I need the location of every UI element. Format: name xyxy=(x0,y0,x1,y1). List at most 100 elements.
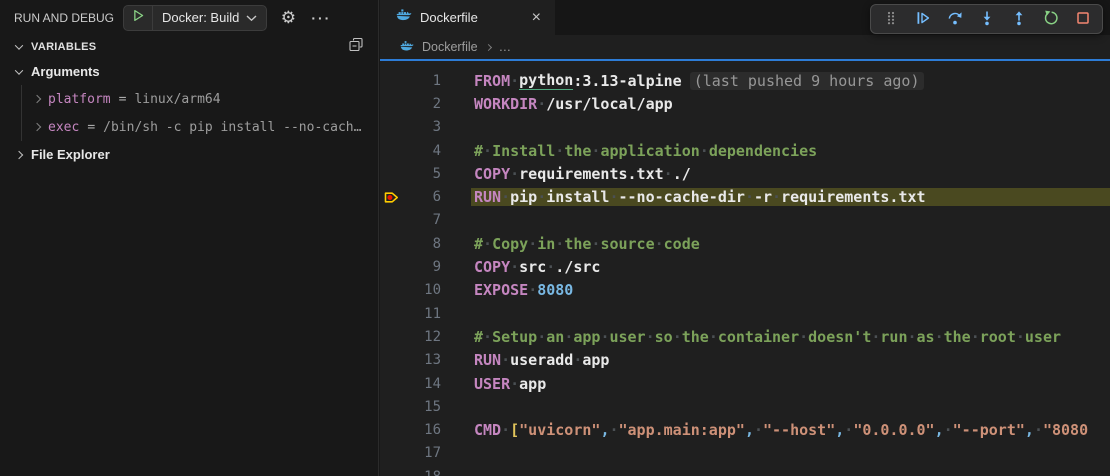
variable-value: /bin/sh -c pip install --no-cach… xyxy=(103,120,361,135)
variable-row-platform[interactable]: platform = linux/arm64 xyxy=(22,85,378,113)
code-text: #·Setup·an·app·user·so·the·container·doe… xyxy=(471,328,1110,346)
line-number[interactable]: 18 xyxy=(405,469,441,476)
line-number[interactable]: 16 xyxy=(405,422,441,438)
code-line[interactable]: 16CMD·["uvicorn",·"app.main:app",·"--hos… xyxy=(380,418,1110,441)
equals-sign: = xyxy=(87,120,95,135)
close-tab-button[interactable]: × xyxy=(528,9,545,27)
line-number[interactable]: 8 xyxy=(405,236,441,252)
line-number[interactable]: 5 xyxy=(405,166,441,182)
code-line[interactable]: 3 xyxy=(380,116,1110,139)
stop-button[interactable] xyxy=(1067,6,1098,32)
launch-config-dropdown[interactable]: Docker: Build xyxy=(123,5,267,31)
code-line[interactable]: 17 xyxy=(380,442,1110,465)
variable-name: exec xyxy=(48,120,79,135)
code-line[interactable]: 2WORKDIR·/usr/local/app xyxy=(380,92,1110,115)
code-line[interactable]: 1 FROM·python:3.13-alpine(last pushed 9 h… xyxy=(380,69,1110,92)
chevron-right-icon xyxy=(33,95,41,103)
line-number[interactable]: 6 xyxy=(405,189,441,205)
code-token-val: · xyxy=(510,72,519,90)
line-number[interactable]: 15 xyxy=(405,399,441,415)
line-number[interactable]: 3 xyxy=(405,119,441,135)
line-number[interactable]: 10 xyxy=(405,282,441,298)
code-token-kw: RUN xyxy=(474,188,501,206)
variable-value: linux/arm64 xyxy=(134,92,220,107)
code-token-brk: [ xyxy=(510,421,519,439)
line-number[interactable]: 2 xyxy=(405,96,441,112)
line-number[interactable]: 4 xyxy=(405,143,441,159)
code-token-str: "app.main:app" xyxy=(619,421,745,439)
variables-scope-file-explorer[interactable]: File Explorer xyxy=(0,141,378,168)
code-line[interactable]: 18 xyxy=(380,465,1110,476)
code-line[interactable]: 5COPY·requirements.txt·./ xyxy=(380,162,1110,185)
sidebar-header: RUN AND DEBUG Docker: Build ⚙ ··· xyxy=(0,0,378,35)
sidebar-title: RUN AND DEBUG xyxy=(14,11,114,25)
code-token-kw: COPY xyxy=(474,165,510,183)
code-line-current[interactable]: 6 RUN·pip·install·--no-cache-dir·-r·requi… xyxy=(380,185,1110,208)
variables-title: VARIABLES xyxy=(31,41,96,53)
collapse-all-button[interactable] xyxy=(348,37,364,56)
code-line[interactable]: 8#·Copy·in·the·source·code xyxy=(380,232,1110,255)
variable-row-exec[interactable]: exec = /bin/sh -c pip install --no-cach… xyxy=(22,113,378,141)
run-and-debug-sidebar: RUN AND DEBUG Docker: Build ⚙ ··· VARIAB… xyxy=(0,0,379,476)
code-line[interactable]: 4 #·Install·the·application·dependencies xyxy=(380,139,1110,162)
code-lines: 1 FROM·python:3.13-alpine(last pushed 9 h… xyxy=(380,69,1110,476)
code-line[interactable]: 15 xyxy=(380,395,1110,418)
gear-icon: ⚙ xyxy=(281,8,296,28)
code-text: FROM·python:3.13-alpine(last pushed 9 ho… xyxy=(471,71,1110,90)
debug-breakpoint-arrow-icon[interactable] xyxy=(383,189,405,206)
code-line[interactable]: 14USER·app xyxy=(380,372,1110,395)
code-token-val: :3.13-alpine xyxy=(573,72,681,90)
scope-label: Arguments xyxy=(31,64,100,79)
tab-dockerfile[interactable]: Dockerfile × xyxy=(380,0,556,35)
code-line[interactable]: 11 xyxy=(380,302,1110,325)
chevron-right-icon xyxy=(33,123,41,131)
launch-config-label: Docker: Build xyxy=(162,10,239,25)
code-line[interactable]: 7 xyxy=(380,209,1110,232)
chevron-down-icon xyxy=(15,41,23,49)
line-number[interactable]: 1 xyxy=(405,73,441,89)
debug-step-into-icon xyxy=(979,10,995,29)
more-actions-button[interactable]: ··· xyxy=(309,6,333,30)
toolbar-drag-handle[interactable] xyxy=(875,6,906,32)
line-number[interactable]: 11 xyxy=(405,306,441,322)
equals-sign: = xyxy=(119,92,127,107)
code-token-str: "--host" xyxy=(763,421,835,439)
code-line[interactable]: 12 #·Setup·an·app·user·so·the·container·d… xyxy=(380,325,1110,348)
code-line[interactable]: 9COPY·src·./src xyxy=(380,255,1110,278)
line-number[interactable]: 14 xyxy=(405,376,441,392)
code-token-val: ·useradd·app xyxy=(501,351,609,369)
code-token-pun: ,· xyxy=(600,421,618,439)
debug-continue-icon xyxy=(915,10,931,29)
step-into-button[interactable] xyxy=(971,6,1002,32)
restart-button[interactable] xyxy=(1035,6,1066,32)
variables-section-header[interactable]: VARIABLES xyxy=(0,35,378,58)
line-number[interactable]: 9 xyxy=(405,259,441,275)
code-token-val: ·pip·install·--no-cache-dir·-r·requireme… xyxy=(501,188,925,206)
code-line[interactable]: 13RUN·useradd·app xyxy=(380,349,1110,372)
tab-label: Dockerfile xyxy=(420,10,478,25)
breadcrumb[interactable]: Dockerfile … xyxy=(380,35,1110,59)
step-over-button[interactable] xyxy=(939,6,970,32)
line-number[interactable]: 17 xyxy=(405,445,441,461)
chevron-right-icon xyxy=(485,43,492,50)
line-number[interactable]: 7 xyxy=(405,212,441,228)
ellipsis-icon: ··· xyxy=(311,10,331,26)
code-token-cm: #·Install·the·application·dependencies xyxy=(474,142,817,160)
debug-settings-button[interactable]: ⚙ xyxy=(276,6,300,30)
variables-scope-arguments[interactable]: Arguments xyxy=(0,58,378,85)
code-text: #·Install·the·application·dependencies xyxy=(471,142,1110,160)
code-editor[interactable]: 1 FROM·python:3.13-alpine(last pushed 9 h… xyxy=(380,59,1110,476)
arguments-variable-list: platform = linux/arm64 exec = /bin/sh -c… xyxy=(21,85,378,141)
code-line[interactable]: 10EXPOSE·8080 xyxy=(380,279,1110,302)
debug-toolbar[interactable] xyxy=(870,4,1103,34)
line-number[interactable]: 12 xyxy=(405,329,441,345)
code-token-val: ·/usr/local/app xyxy=(537,95,672,113)
breadcrumb-file[interactable]: Dockerfile xyxy=(422,40,478,54)
code-token-pun: ,· xyxy=(1025,421,1043,439)
start-debug-button[interactable] xyxy=(124,6,153,30)
step-out-button[interactable] xyxy=(1003,6,1034,32)
continue-button[interactable] xyxy=(907,6,938,32)
breadcrumb-more[interactable]: … xyxy=(499,40,512,54)
line-number[interactable]: 13 xyxy=(405,352,441,368)
chevron-down-icon xyxy=(15,66,23,74)
